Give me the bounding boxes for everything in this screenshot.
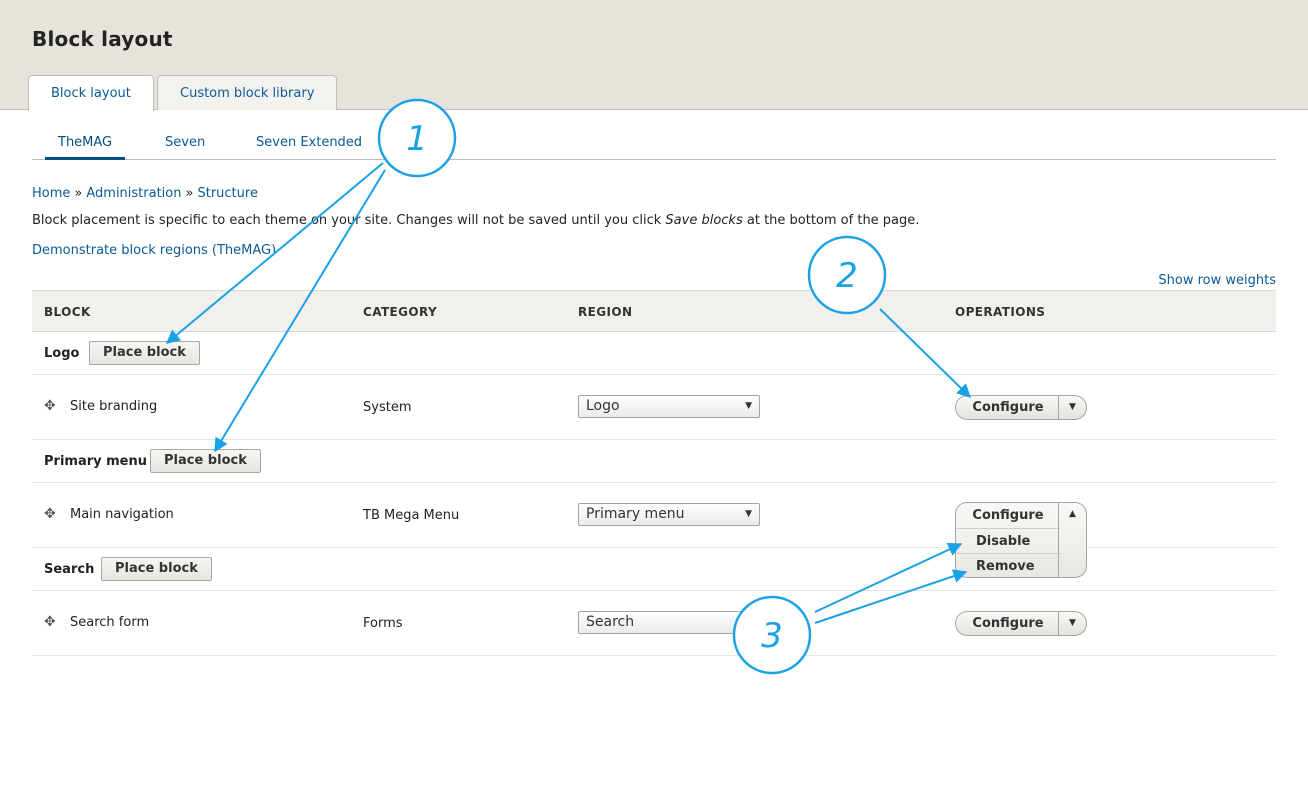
region-title: Logo: [44, 346, 80, 361]
breadcrumb-structure[interactable]: Structure: [197, 186, 257, 201]
region-row-primary-menu: Primary menu Place block: [32, 440, 1276, 483]
operations-dropbutton[interactable]: Configure ▼: [955, 395, 1087, 420]
show-row-weights-link[interactable]: Show row weights: [1158, 273, 1276, 288]
region-title: Search: [44, 562, 95, 577]
breadcrumb-separator: »: [185, 186, 194, 201]
tab-themag[interactable]: TheMAG: [45, 135, 126, 160]
place-block-button[interactable]: Place block: [150, 449, 261, 473]
column-header-category: CATEGORY: [363, 305, 438, 319]
operations-dropbutton-open[interactable]: Configure Disable Remove ▲: [955, 502, 1087, 578]
move-handle-icon[interactable]: ✥: [44, 399, 58, 413]
configure-button[interactable]: Configure: [956, 503, 1060, 528]
place-block-button[interactable]: Place block: [89, 341, 200, 365]
operations-dropbutton[interactable]: Configure ▼: [955, 611, 1087, 636]
region-row-logo: Logo Place block: [32, 332, 1276, 375]
block-name: Site branding: [70, 399, 158, 414]
breadcrumb: Home» Administration» Structure: [32, 186, 258, 201]
move-handle-icon[interactable]: ✥: [44, 615, 58, 629]
region-select-value: Logo: [586, 398, 620, 414]
block-category: TB Mega Menu: [363, 508, 460, 523]
region-select[interactable]: Logo ▼: [578, 395, 760, 418]
table-header: BLOCK CATEGORY REGION OPERATIONS: [32, 290, 1276, 332]
table-row: ✥ Site branding System Logo ▼ Configure ▼: [32, 375, 1276, 440]
page-header: Block layout Block layout Custom block l…: [0, 0, 1308, 111]
select-arrow-icon: ▼: [745, 509, 752, 519]
theme-tabs: TheMAG Seven Seven Extended: [32, 130, 1276, 160]
region-select[interactable]: Search ▼: [578, 611, 760, 634]
tab-seven[interactable]: Seven: [165, 135, 205, 160]
configure-button[interactable]: Configure: [956, 396, 1060, 419]
help-text-after: at the bottom of the page.: [742, 213, 920, 228]
demonstrate-block-regions-link[interactable]: Demonstrate block regions (TheMAG): [32, 243, 276, 258]
block-category: System: [363, 400, 412, 415]
help-text-before: Block placement is specific to each them…: [32, 213, 666, 228]
caret-down-icon[interactable]: ▼: [1058, 612, 1086, 635]
select-arrow-icon: ▼: [745, 617, 752, 627]
move-handle-icon[interactable]: ✥: [44, 507, 58, 521]
column-header-operations: OPERATIONS: [955, 305, 1046, 319]
block-name: Main navigation: [70, 507, 174, 522]
breadcrumb-separator: »: [74, 186, 83, 201]
block-name: Search form: [70, 615, 150, 630]
column-header-region: REGION: [578, 305, 633, 319]
caret-up-icon[interactable]: ▲: [1058, 503, 1086, 577]
select-arrow-icon: ▼: [745, 401, 752, 411]
place-block-button[interactable]: Place block: [101, 557, 212, 581]
configure-button[interactable]: Configure: [956, 612, 1060, 635]
breadcrumb-administration[interactable]: Administration: [86, 186, 181, 201]
tab-custom-block-library[interactable]: Custom block library: [157, 75, 338, 110]
region-select-value: Primary menu: [586, 506, 685, 522]
region-select[interactable]: Primary menu ▼: [578, 503, 760, 526]
tab-seven-extended[interactable]: Seven Extended: [256, 135, 362, 160]
region-title: Primary menu: [44, 454, 147, 469]
region-select-value: Search: [586, 614, 635, 630]
page-title: Block layout: [32, 27, 173, 51]
breadcrumb-home[interactable]: Home: [32, 186, 70, 201]
table-row: ✥ Main navigation TB Mega Menu Primary m…: [32, 483, 1276, 548]
block-category: Forms: [363, 616, 403, 631]
region-row-search: Search Place block: [32, 548, 1276, 591]
help-text-emphasis: Save blocks: [665, 213, 743, 228]
column-header-block: BLOCK: [44, 305, 91, 319]
table-row: ✥ Search form Forms Search ▼ Configure ▼: [32, 591, 1276, 656]
caret-down-icon[interactable]: ▼: [1058, 396, 1086, 419]
remove-button[interactable]: Remove: [956, 553, 1060, 578]
disable-button[interactable]: Disable: [956, 528, 1060, 553]
tab-block-layout[interactable]: Block layout: [28, 75, 154, 111]
help-text: Block placement is specific to each them…: [32, 213, 919, 228]
